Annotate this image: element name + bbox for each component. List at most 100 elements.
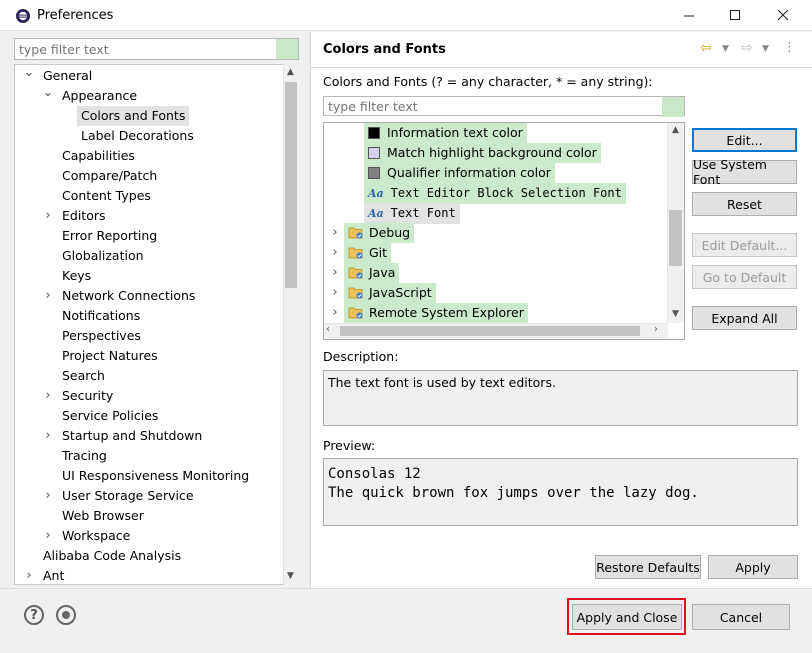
edit-default-button[interactable]: Edit Default...: [692, 233, 797, 257]
reset-button[interactable]: Reset: [692, 192, 797, 216]
chevron-right-icon[interactable]: ›: [43, 426, 53, 446]
color-font-item[interactable]: Information text color: [324, 123, 668, 143]
chevron-right-icon[interactable]: ›: [330, 243, 340, 263]
callout-highlight: [567, 598, 686, 635]
back-menu-icon[interactable]: ▼: [722, 44, 729, 54]
left-filter-input[interactable]: [15, 39, 275, 59]
restore-defaults-button[interactable]: Restore Defaults: [595, 555, 701, 579]
apply-button[interactable]: Apply: [708, 555, 798, 579]
color-font-item[interactable]: › Remote System Explorer: [324, 303, 668, 323]
color-font-item[interactable]: › Git: [324, 243, 668, 263]
tree-item[interactable]: › Editors: [15, 206, 283, 226]
right-filter-input[interactable]: [324, 97, 654, 115]
right-filter-field[interactable]: [323, 96, 685, 117]
chevron-right-icon[interactable]: ›: [330, 283, 340, 303]
color-font-item-content: Match highlight background color: [364, 143, 601, 163]
color-font-item[interactable]: Qualifier information color: [324, 163, 668, 183]
forward-icon[interactable]: ⇨: [741, 40, 753, 56]
minimize-button[interactable]: [666, 0, 712, 31]
color-font-item[interactable]: › Debug: [324, 223, 668, 243]
tree-item[interactable]: Keys: [15, 266, 283, 286]
color-font-item[interactable]: › Java: [324, 263, 668, 283]
tree-item[interactable]: Alibaba Code Analysis: [15, 546, 283, 566]
tree-item-label: Alibaba Code Analysis: [43, 548, 182, 563]
cancel-button[interactable]: Cancel: [692, 604, 790, 630]
forward-menu-icon[interactable]: ▼: [762, 44, 769, 54]
tree-item[interactable]: Notifications: [15, 306, 283, 326]
colors-fonts-tree[interactable]: Information text color Match highlight ba…: [323, 122, 685, 340]
maximize-button[interactable]: [712, 0, 758, 31]
tree-item[interactable]: › Startup and Shutdown: [15, 426, 283, 446]
expand-all-button[interactable]: Expand All: [692, 306, 797, 330]
tree-item[interactable]: Service Policies: [15, 406, 283, 426]
color-font-item[interactable]: › JavaScript: [324, 283, 668, 303]
scroll-down-icon[interactable]: ▼: [287, 571, 294, 581]
tree-item-label: Search: [62, 368, 105, 383]
chevron-right-icon[interactable]: ›: [43, 386, 53, 406]
tree-item-label: Notifications: [62, 308, 141, 323]
use-system-font-button[interactable]: Use System Font: [692, 157, 797, 187]
chevron-down-icon[interactable]: ⌄: [24, 65, 35, 83]
colors-tree-hscroll-thumb[interactable]: [340, 326, 640, 336]
colors-tree-scroll-thumb[interactable]: [669, 210, 682, 266]
tree-item[interactable]: Web Browser: [15, 506, 283, 526]
view-menu-icon[interactable]: ⋮: [783, 40, 796, 55]
chevron-right-icon[interactable]: ›: [43, 286, 53, 306]
tree-item[interactable]: Globalization: [15, 246, 283, 266]
color-font-item[interactable]: Match highlight background color: [324, 143, 668, 163]
chevron-right-icon[interactable]: ›: [330, 263, 340, 283]
tree-item[interactable]: ⌄ Appearance: [15, 83, 283, 106]
scroll-right-icon[interactable]: ›: [654, 324, 658, 335]
chevron-right-icon[interactable]: ›: [43, 206, 53, 226]
color-font-item-content: Java: [344, 263, 400, 283]
color-font-item-content: Debug: [344, 223, 415, 243]
tree-item[interactable]: › Security: [15, 386, 283, 406]
tree-item[interactable]: Project Natures: [15, 346, 283, 366]
back-icon[interactable]: ⇦: [700, 40, 712, 56]
tree-item[interactable]: Perspectives: [15, 326, 283, 346]
tree-item[interactable]: Search: [15, 366, 283, 386]
tree-item[interactable]: Capabilities: [15, 146, 283, 166]
preference-tree[interactable]: ⌄ General ⌄ Appearance Colors and Fonts Label…: [14, 64, 299, 585]
scroll-up-icon[interactable]: ▲: [672, 125, 679, 135]
tree-item[interactable]: Compare/Patch: [15, 166, 283, 186]
tree-item[interactable]: Colors and Fonts: [15, 106, 283, 126]
tree-item[interactable]: › Network Connections: [15, 286, 283, 306]
chevron-right-icon[interactable]: ›: [330, 303, 340, 323]
close-button[interactable]: [760, 0, 806, 31]
tree-item[interactable]: ⌄ General: [15, 65, 283, 86]
tree-item[interactable]: › User Storage Service: [15, 486, 283, 506]
help-icon[interactable]: ?: [24, 605, 44, 625]
color-font-item-label: Information text color: [387, 125, 523, 140]
tree-item-label: Keys: [62, 268, 92, 283]
tree-item[interactable]: UI Responsiveness Monitoring: [15, 466, 283, 486]
go-to-default-button[interactable]: Go to Default: [692, 265, 797, 289]
record-icon[interactable]: [56, 605, 76, 625]
tree-item[interactable]: Error Reporting: [15, 226, 283, 246]
scroll-down-icon[interactable]: ▼: [672, 309, 679, 319]
tree-item[interactable]: › Ant: [15, 566, 283, 584]
tree-item-label: Editors: [62, 208, 106, 223]
tree-item-label: Project Natures: [62, 348, 158, 363]
chevron-right-icon[interactable]: ›: [24, 566, 34, 584]
chevron-down-icon[interactable]: ⌄: [43, 83, 54, 103]
tree-item[interactable]: › Workspace: [15, 526, 283, 546]
tree-item-label: Ant: [43, 568, 65, 583]
left-filter-field[interactable]: [14, 38, 299, 60]
description-box: The text font is used by text editors.: [323, 370, 798, 426]
color-font-item-label: Text Font: [390, 206, 456, 220]
scroll-up-icon[interactable]: ▲: [287, 67, 294, 77]
tree-item[interactable]: Tracing: [15, 446, 283, 466]
tree-item-label: Content Types: [62, 188, 151, 203]
tree-item[interactable]: Content Types: [15, 186, 283, 206]
edit-button[interactable]: Edit...: [692, 128, 797, 152]
left-tree-scroll-thumb[interactable]: [285, 82, 297, 288]
scroll-left-icon[interactable]: ‹: [326, 324, 330, 335]
color-font-item[interactable]: Aa Text Font: [324, 203, 668, 224]
color-font-item-content: Information text color: [364, 123, 527, 143]
chevron-right-icon[interactable]: ›: [43, 486, 53, 506]
color-font-item[interactable]: Aa Text Editor Block Selection Font: [324, 183, 668, 204]
chevron-right-icon[interactable]: ›: [43, 526, 53, 546]
chevron-right-icon[interactable]: ›: [330, 223, 340, 243]
tree-item[interactable]: Label Decorations: [15, 126, 283, 146]
